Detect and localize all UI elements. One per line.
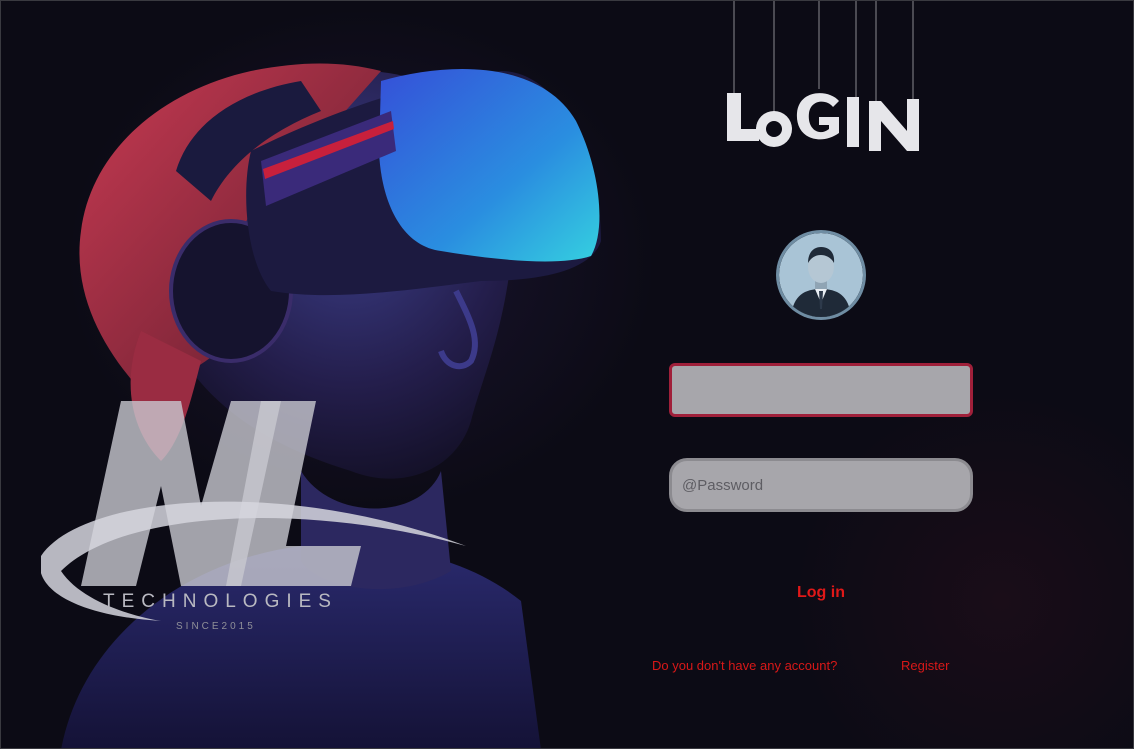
- register-link[interactable]: Register: [901, 658, 949, 673]
- login-heading-sign: [727, 1, 919, 151]
- username-input[interactable]: [669, 363, 973, 417]
- user-avatar: [779, 233, 863, 317]
- brand-since: SINCE2015: [176, 621, 256, 632]
- password-input[interactable]: [669, 458, 973, 512]
- brand-name: TECHNOLOGIES: [103, 591, 338, 612]
- user-avatar-icon: [779, 233, 863, 317]
- login-window: TECHNOLOGIES SINCE2015 Log in Do you don…: [0, 0, 1134, 749]
- login-button[interactable]: Log in: [771, 579, 871, 607]
- no-account-text: Do you don't have any account?: [652, 658, 838, 673]
